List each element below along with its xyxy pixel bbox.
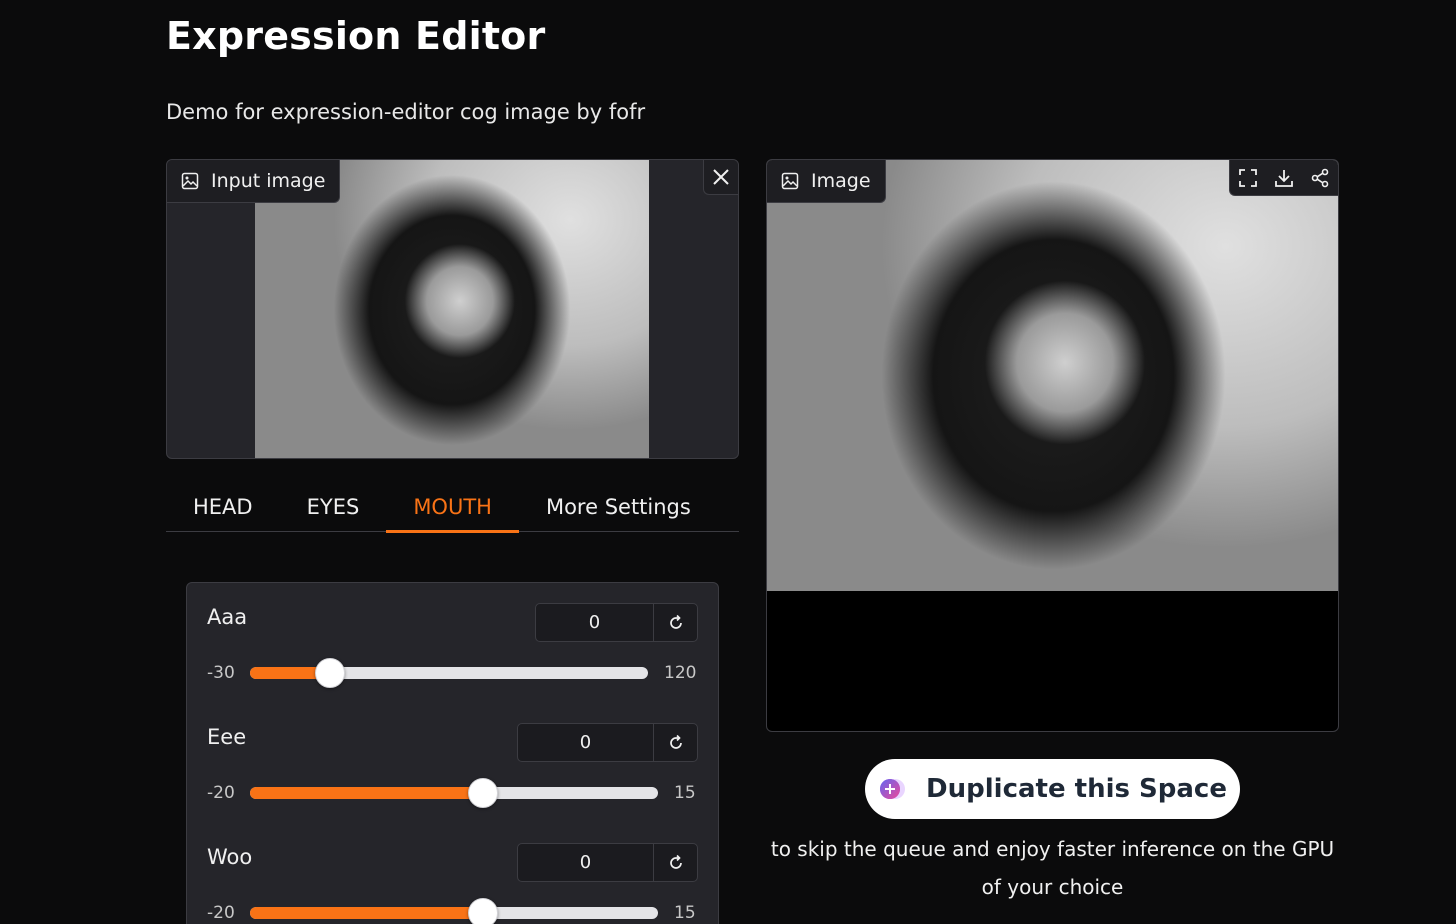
reset-icon[interactable] <box>653 724 697 761</box>
fullscreen-icon[interactable] <box>1230 160 1266 196</box>
aaa-number-input[interactable] <box>536 604 653 641</box>
slider-min: -20 <box>207 903 235 923</box>
slider-label: Eee <box>207 725 247 749</box>
download-icon[interactable] <box>1266 160 1302 196</box>
slider-thumb[interactable] <box>314 658 345 688</box>
slider-max: 120 <box>664 663 697 683</box>
tab-more-settings[interactable]: More Settings <box>519 482 718 532</box>
output-photo <box>767 160 1338 591</box>
slider-thumb[interactable] <box>467 898 498 924</box>
slider-min: -20 <box>207 783 235 803</box>
slider-max: 15 <box>674 783 696 803</box>
page-title: Expression Editor <box>166 14 546 58</box>
slider-fill <box>250 907 483 919</box>
tab-eyes[interactable]: EYES <box>280 482 387 532</box>
duplicate-space-button[interactable]: Duplicate this Space <box>865 759 1240 819</box>
output-image-label: Image <box>811 170 871 192</box>
image-icon <box>181 172 199 190</box>
reset-icon[interactable] <box>653 604 697 641</box>
slider-fill <box>250 787 483 799</box>
output-image-label-tag: Image <box>767 160 886 203</box>
slider-woo: Woo -20 15 <box>187 823 718 924</box>
input-photo <box>255 160 649 458</box>
number-input-box <box>517 843 698 882</box>
tab-head[interactable]: HEAD <box>166 482 280 532</box>
slider-track[interactable] <box>250 658 648 688</box>
mouth-settings-panel: Aaa -30 120 Eee -20 15 Woo <box>186 582 719 924</box>
slider-min: -30 <box>207 663 235 683</box>
image-toolbar <box>1229 160 1338 196</box>
close-icon[interactable] <box>703 160 738 195</box>
woo-number-input[interactable] <box>518 844 653 881</box>
slider-track[interactable] <box>250 898 658 924</box>
slider-aaa: Aaa -30 120 <box>187 583 718 703</box>
tab-bar: HEAD EYES MOUTH More Settings <box>166 482 739 533</box>
input-image-panel[interactable]: Input image <box>166 159 739 459</box>
slider-label: Woo <box>207 845 253 869</box>
share-icon[interactable] <box>1302 160 1338 196</box>
eee-number-input[interactable] <box>518 724 653 761</box>
input-image-label-tag: Input image <box>167 160 341 203</box>
slider-label: Aaa <box>207 605 248 629</box>
slider-eee: Eee -20 15 <box>187 703 718 823</box>
input-image-label: Input image <box>211 170 326 192</box>
slider-track[interactable] <box>250 778 658 808</box>
duplicate-icon <box>878 775 906 803</box>
image-icon <box>781 172 799 190</box>
number-input-box <box>535 603 698 642</box>
output-image-panel: Image <box>766 159 1339 732</box>
reset-icon[interactable] <box>653 844 697 881</box>
tab-mouth[interactable]: MOUTH <box>386 482 519 533</box>
slider-thumb[interactable] <box>467 778 498 808</box>
duplicate-note: to skip the queue and enjoy faster infer… <box>770 837 1335 899</box>
duplicate-space-label: Duplicate this Space <box>926 774 1227 804</box>
number-input-box <box>517 723 698 762</box>
slider-max: 15 <box>674 903 696 923</box>
page-subtitle: Demo for expression-editor cog image by … <box>166 100 646 124</box>
